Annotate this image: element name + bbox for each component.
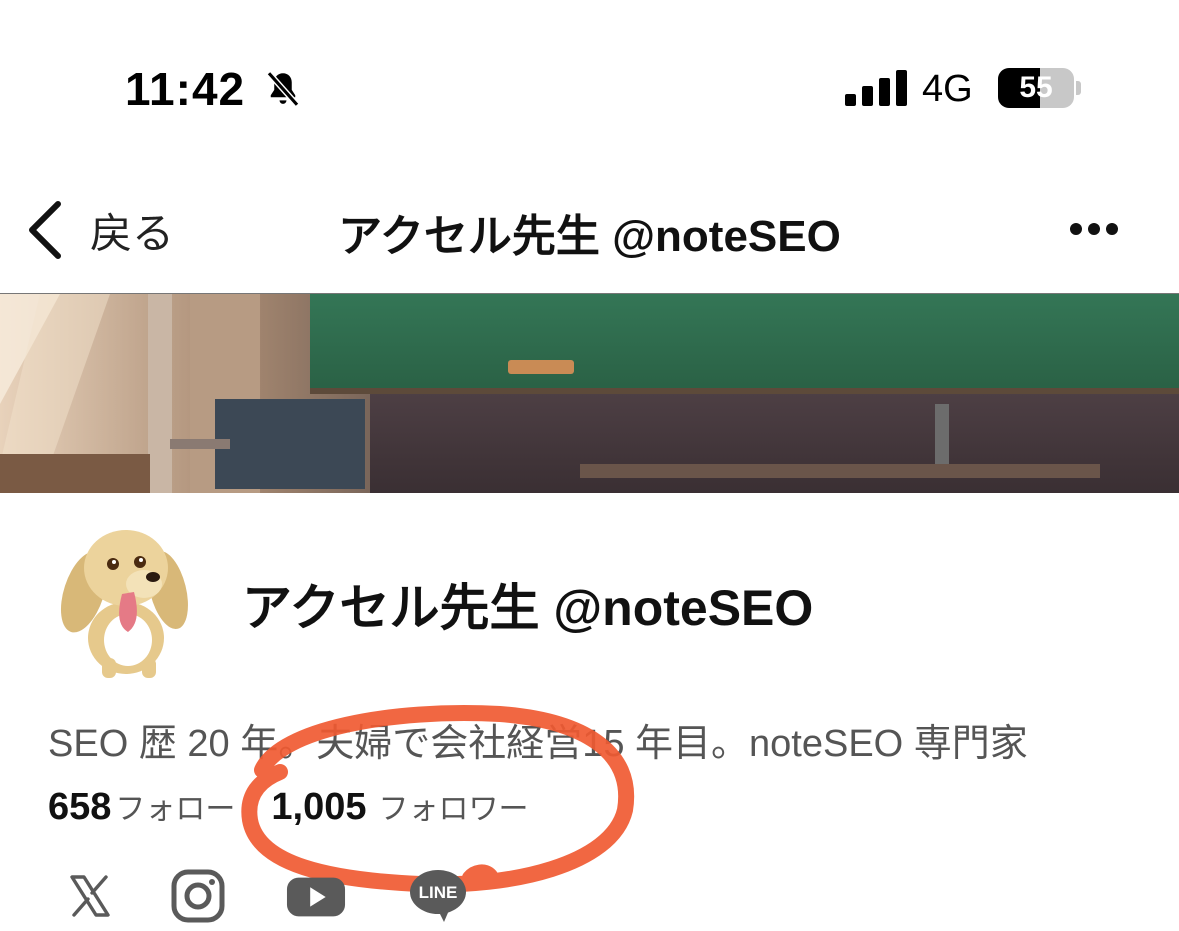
following-label[interactable]: フォロー bbox=[115, 784, 235, 828]
network-type: 4G bbox=[922, 68, 973, 110]
more-horizontal-icon[interactable] bbox=[1064, 214, 1124, 244]
profile-banner bbox=[0, 293, 1179, 493]
back-button[interactable]: 戻る bbox=[22, 190, 174, 270]
following-count[interactable]: 658 bbox=[48, 786, 111, 829]
followers-count[interactable]: 1,005 bbox=[271, 786, 366, 829]
battery-icon: 55 bbox=[998, 68, 1082, 108]
instagram-icon bbox=[171, 869, 225, 923]
x-icon bbox=[70, 875, 110, 917]
battery-percent: 55 bbox=[1019, 71, 1053, 104]
back-label: 戻る bbox=[90, 209, 175, 257]
cellular-signal-icon bbox=[845, 70, 907, 106]
status-bar: 11:42 4G 55 bbox=[0, 0, 1179, 150]
avatar[interactable] bbox=[58, 520, 192, 680]
line-icon-text: LINE bbox=[419, 883, 458, 902]
youtube-icon bbox=[286, 877, 346, 917]
chevron-left-icon bbox=[29, 201, 61, 259]
follow-stats: 658 フォロー 1,005 フォロワー bbox=[48, 784, 529, 834]
line-icon: LINE bbox=[410, 870, 466, 922]
page-title: アクセル先生 @noteSEO bbox=[338, 212, 841, 261]
banner-image bbox=[0, 294, 1179, 493]
x-link[interactable] bbox=[60, 866, 120, 926]
youtube-link[interactable] bbox=[286, 866, 346, 926]
bell-slash-icon bbox=[266, 71, 300, 107]
navigation-bar: 戻る アクセル先生 @noteSEO bbox=[0, 170, 1179, 290]
line-link[interactable]: LINE bbox=[408, 866, 468, 926]
instagram-link[interactable] bbox=[168, 866, 228, 926]
profile-name: アクセル先生 @noteSEO bbox=[242, 580, 814, 636]
profile-bio: SEO 歴 20 年。夫婦で会社経営15 年目。noteSEO 専門家 bbox=[48, 723, 1028, 765]
status-time: 11:42 bbox=[125, 63, 246, 115]
followers-label[interactable]: フォロワー bbox=[379, 784, 529, 828]
